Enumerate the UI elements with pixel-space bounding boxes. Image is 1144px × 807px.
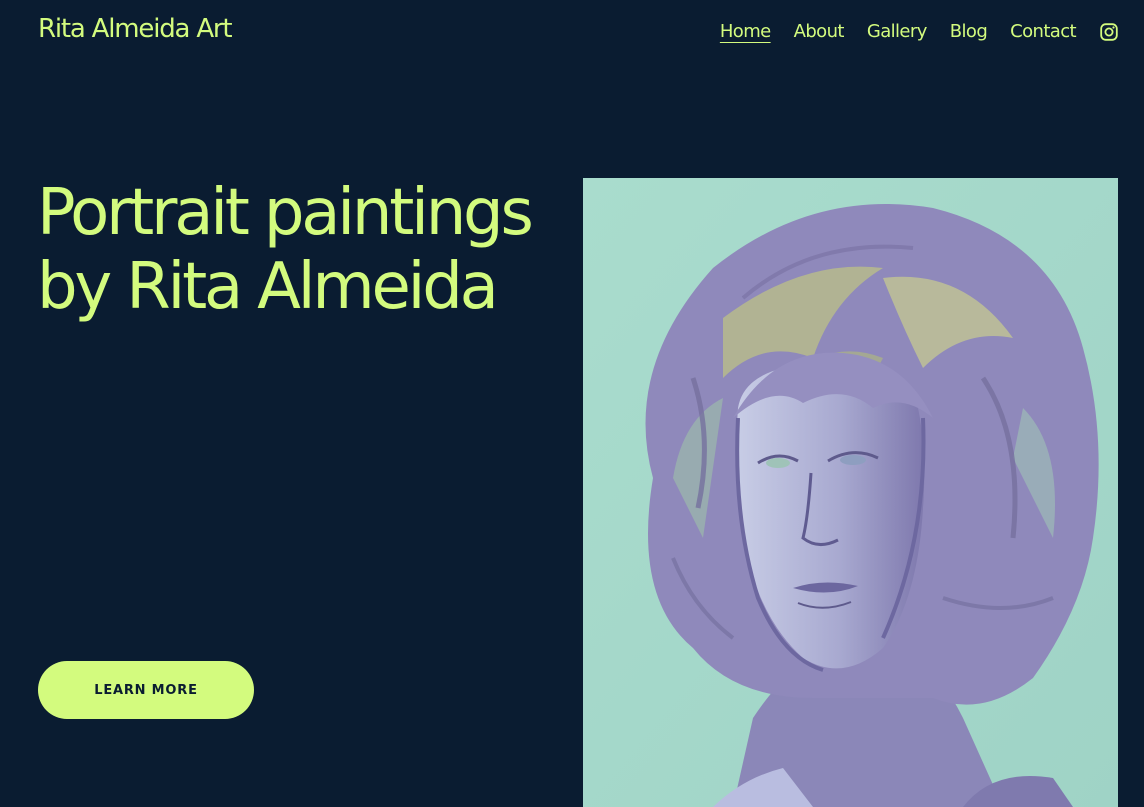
- hero-heading: Portrait paintings by Rita Almeida: [37, 176, 597, 324]
- hero-heading-line-2: by Rita Almeida: [37, 250, 499, 324]
- nav-gallery[interactable]: Gallery: [867, 20, 928, 44]
- site-title[interactable]: Rita Almeida Art: [38, 14, 233, 44]
- nav-home[interactable]: Home: [720, 20, 771, 44]
- portrait-painting: [583, 178, 1118, 807]
- hero-heading-line-1: Portrait paintings: [37, 176, 534, 250]
- learn-more-button[interactable]: LEARN MORE: [38, 661, 254, 719]
- instagram-icon[interactable]: [1100, 23, 1118, 41]
- nav-contact[interactable]: Contact: [1010, 20, 1076, 44]
- nav-about[interactable]: About: [794, 20, 845, 44]
- main-nav: Home About Gallery Blog Contact: [720, 20, 1118, 44]
- nav-blog[interactable]: Blog: [950, 20, 988, 44]
